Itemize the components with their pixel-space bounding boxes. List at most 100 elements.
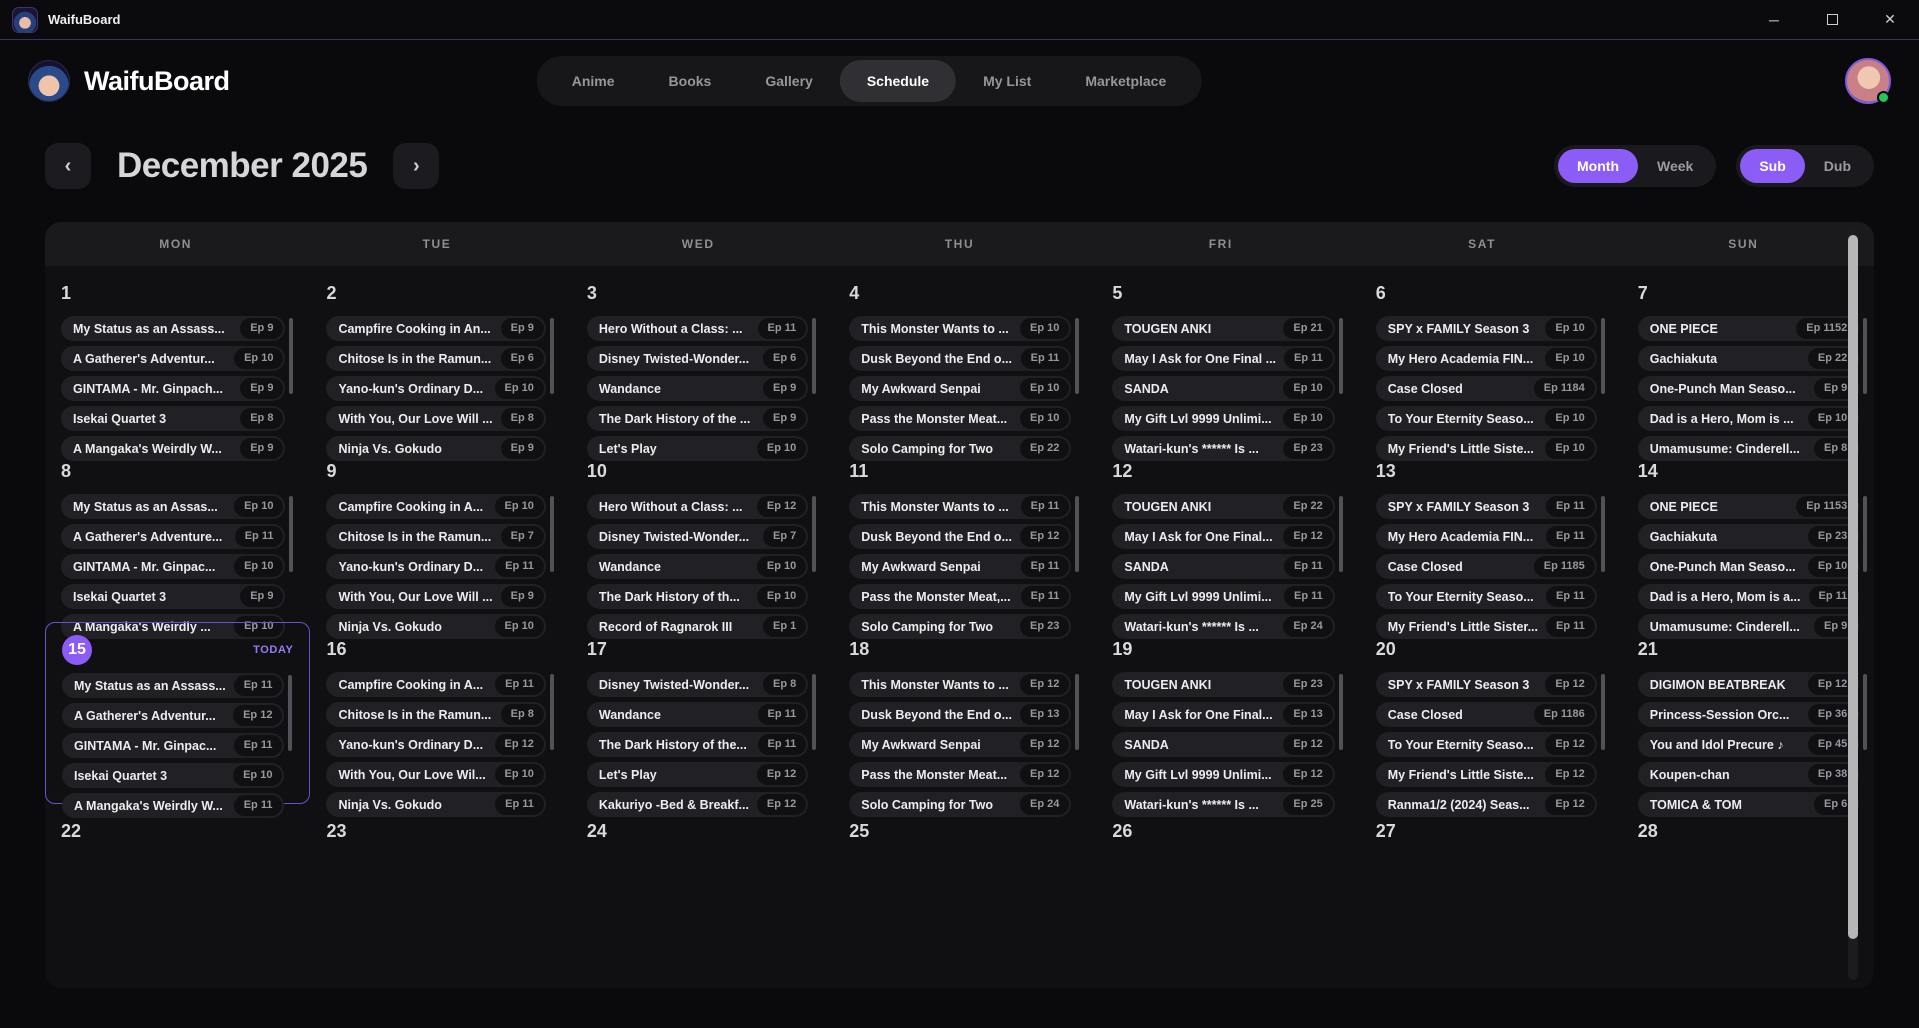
schedule-entry[interactable]: With You, Our Love Wil...Ep 10: [326, 762, 545, 787]
calendar-day-cell[interactable]: 4This Monster Wants to ...Ep 10Dusk Beyo…: [833, 266, 1096, 444]
schedule-entry[interactable]: Disney Twisted-Wonder...Ep 6: [587, 346, 808, 371]
calendar-day-cell[interactable]: 1My Status as an Assass...Ep 9A Gatherer…: [45, 266, 310, 444]
calendar-day-cell[interactable]: 27: [1360, 804, 1622, 988]
calendar-day-cell[interactable]: 19TOUGEN ANKIEp 23May I Ask for One Fina…: [1096, 622, 1359, 804]
schedule-entry[interactable]: My Gift Lvl 9999 Unlimi...Ep 12: [1112, 762, 1334, 787]
day-entries-scrollbar-thumb[interactable]: [1863, 674, 1867, 750]
schedule-entry[interactable]: WandanceEp 11: [587, 702, 808, 727]
schedule-entry[interactable]: This Monster Wants to ...Ep 12: [849, 672, 1071, 697]
schedule-entry[interactable]: SANDAEp 11: [1112, 554, 1334, 579]
calendar-day-cell[interactable]: 23: [310, 804, 570, 988]
schedule-entry[interactable]: Princess-Session Orc...Ep 36: [1638, 702, 1860, 727]
schedule-entry[interactable]: SANDAEp 12: [1112, 732, 1334, 757]
schedule-entry[interactable]: Chitose Is in the Ramun...Ep 6: [326, 346, 545, 371]
day-entries-scrollbar-thumb[interactable]: [550, 318, 554, 394]
schedule-entry[interactable]: Koupen-chanEp 38: [1638, 762, 1860, 787]
day-entries-scrollbar-thumb[interactable]: [1863, 318, 1867, 394]
minimize-button[interactable]: ─: [1745, 0, 1803, 39]
calendar-day-cell[interactable]: 11This Monster Wants to ...Ep 11Dusk Bey…: [833, 444, 1096, 622]
schedule-entry[interactable]: Dusk Beyond the End o...Ep 11: [849, 346, 1071, 371]
schedule-entry[interactable]: One-Punch Man Seaso...Ep 10: [1638, 554, 1860, 579]
schedule-entry[interactable]: This Monster Wants to ...Ep 11: [849, 494, 1071, 519]
schedule-entry[interactable]: You and Idol Precure ♪Ep 45: [1638, 732, 1860, 757]
schedule-entry[interactable]: Dusk Beyond the End o...Ep 13: [849, 702, 1071, 727]
schedule-entry[interactable]: WandanceEp 9: [587, 376, 808, 401]
day-entries-scrollbar-thumb[interactable]: [1863, 496, 1867, 572]
maximize-button[interactable]: [1803, 0, 1861, 39]
schedule-entry[interactable]: One-Punch Man Seaso...Ep 9: [1638, 376, 1860, 401]
schedule-entry[interactable]: GINTAMA - Mr. Ginpac...Ep 11: [62, 733, 284, 758]
schedule-entry[interactable]: Campfire Cooking in An...Ep 9: [326, 316, 545, 341]
calendar-day-cell[interactable]: 10Hero Without a Class: ...Ep 12Disney T…: [571, 444, 833, 622]
user-avatar[interactable]: [1845, 58, 1891, 104]
schedule-entry[interactable]: To Your Eternity Seaso...Ep 12: [1376, 732, 1597, 757]
schedule-entry[interactable]: Case ClosedEp 1185: [1376, 554, 1597, 579]
schedule-entry[interactable]: DIGIMON BEATBREAKEp 12: [1638, 672, 1860, 697]
day-entries-scrollbar-thumb[interactable]: [812, 318, 816, 394]
calendar-scrollbar[interactable]: [1848, 227, 1858, 980]
day-entries-scrollbar-thumb[interactable]: [1601, 496, 1605, 572]
schedule-entry[interactable]: Pass the Monster Meat...Ep 10: [849, 406, 1071, 431]
schedule-entry[interactable]: Chitose Is in the Ramun...Ep 8: [326, 702, 545, 727]
schedule-entry[interactable]: Let's PlayEp 12: [587, 762, 808, 787]
calendar-day-cell[interactable]: 26: [1096, 804, 1359, 988]
audio-toggle-dub[interactable]: Dub: [1805, 149, 1870, 183]
tab-anime[interactable]: Anime: [545, 60, 642, 102]
schedule-entry[interactable]: May I Ask for One Final...Ep 13: [1112, 702, 1334, 727]
calendar-day-cell[interactable]: 8My Status as an Assas...Ep 10A Gatherer…: [45, 444, 310, 622]
calendar-day-cell[interactable]: 20SPY x FAMILY Season 3Ep 12Case ClosedE…: [1360, 622, 1622, 804]
tab-gallery[interactable]: Gallery: [738, 60, 839, 102]
calendar-day-cell[interactable]: 3Hero Without a Class: ...Ep 11Disney Tw…: [571, 266, 833, 444]
calendar-scrollbar-thumb[interactable]: [1848, 235, 1858, 939]
tab-schedule[interactable]: Schedule: [840, 60, 956, 102]
day-entries-scrollbar-thumb[interactable]: [289, 318, 293, 394]
schedule-entry[interactable]: My Hero Academia FIN...Ep 11: [1376, 524, 1597, 549]
schedule-entry[interactable]: Dusk Beyond the End o...Ep 12: [849, 524, 1071, 549]
calendar-day-cell[interactable]: 12TOUGEN ANKIEp 22May I Ask for One Fina…: [1096, 444, 1359, 622]
day-entries-scrollbar-thumb[interactable]: [289, 496, 293, 572]
day-entries-scrollbar-thumb[interactable]: [1075, 496, 1079, 572]
schedule-entry[interactable]: The Dark History of the...Ep 11: [587, 732, 808, 757]
schedule-entry[interactable]: A Gatherer's Adventure...Ep 11: [61, 524, 285, 549]
schedule-entry[interactable]: My Gift Lvl 9999 Unlimi...Ep 11: [1112, 584, 1334, 609]
schedule-entry[interactable]: ONE PIECEEp 1152: [1638, 316, 1860, 341]
schedule-entry[interactable]: TOUGEN ANKIEp 23: [1112, 672, 1334, 697]
schedule-entry[interactable]: Dad is a Hero, Mom is a...Ep 11: [1638, 584, 1860, 609]
next-month-button[interactable]: ›: [393, 143, 439, 189]
schedule-entry[interactable]: My Hero Academia FIN...Ep 10: [1376, 346, 1597, 371]
schedule-entry[interactable]: My Awkward SenpaiEp 10: [849, 376, 1071, 401]
schedule-entry[interactable]: Isekai Quartet 3Ep 9: [61, 584, 285, 609]
day-entries-scrollbar-thumb[interactable]: [288, 675, 292, 751]
schedule-entry[interactable]: Pass the Monster Meat,...Ep 11: [849, 584, 1071, 609]
schedule-entry[interactable]: TOUGEN ANKIEp 21: [1112, 316, 1334, 341]
calendar-day-cell[interactable]: 14ONE PIECEEp 1153GachiakutaEp 23One-Pun…: [1622, 444, 1885, 622]
schedule-entry[interactable]: WandanceEp 10: [587, 554, 808, 579]
calendar-day-cell[interactable]: 17Disney Twisted-Wonder...Ep 8WandanceEp…: [571, 622, 833, 804]
calendar-day-cell[interactable]: 2Campfire Cooking in An...Ep 9Chitose Is…: [310, 266, 570, 444]
schedule-entry[interactable]: Yano-kun's Ordinary D...Ep 11: [326, 554, 545, 579]
day-entries-scrollbar-thumb[interactable]: [1075, 674, 1079, 750]
calendar-day-cell[interactable]: 13SPY x FAMILY Season 3Ep 11My Hero Acad…: [1360, 444, 1622, 622]
tab-books[interactable]: Books: [642, 60, 739, 102]
calendar-day-cell[interactable]: 25: [833, 804, 1096, 988]
audio-toggle-sub[interactable]: Sub: [1740, 149, 1804, 183]
day-entries-scrollbar-thumb[interactable]: [550, 674, 554, 750]
schedule-entry[interactable]: A Gatherer's Adventur...Ep 12: [62, 703, 284, 728]
schedule-entry[interactable]: GachiakutaEp 23: [1638, 524, 1860, 549]
calendar-day-cell[interactable]: 7ONE PIECEEp 1152GachiakutaEp 22One-Punc…: [1622, 266, 1885, 444]
schedule-entry[interactable]: SANDAEp 10: [1112, 376, 1334, 401]
schedule-entry[interactable]: SPY x FAMILY Season 3Ep 11: [1376, 494, 1597, 519]
day-entries-scrollbar-thumb[interactable]: [1601, 318, 1605, 394]
calendar-day-cell[interactable]: 9Campfire Cooking in A...Ep 10Chitose Is…: [310, 444, 570, 622]
schedule-entry[interactable]: With You, Our Love Will ...Ep 9: [326, 584, 545, 609]
schedule-entry[interactable]: Isekai Quartet 3Ep 8: [61, 406, 285, 431]
schedule-entry[interactable]: GINTAMA - Mr. Ginpach...Ep 9: [61, 376, 285, 401]
schedule-entry[interactable]: The Dark History of th...Ep 10: [587, 584, 808, 609]
schedule-entry[interactable]: Yano-kun's Ordinary D...Ep 10: [326, 376, 545, 401]
day-entries-scrollbar-thumb[interactable]: [812, 674, 816, 750]
schedule-entry[interactable]: My Friend's Little Siste...Ep 12: [1376, 762, 1597, 787]
tab-marketplace[interactable]: Marketplace: [1058, 60, 1193, 102]
day-entries-scrollbar-thumb[interactable]: [1339, 318, 1343, 394]
calendar-day-cell[interactable]: 16Campfire Cooking in A...Ep 11Chitose I…: [310, 622, 570, 804]
schedule-entry[interactable]: My Status as an Assas...Ep 10: [61, 494, 285, 519]
